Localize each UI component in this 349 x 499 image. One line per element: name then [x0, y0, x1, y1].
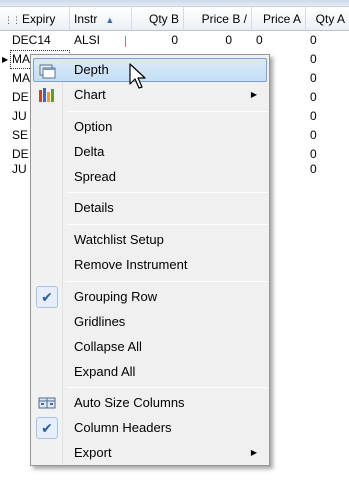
menu-item-remove-instrument[interactable]: Remove Instrument — [33, 253, 267, 277]
cell-qty-a: 0 — [310, 90, 317, 104]
menu-item-spread[interactable]: Spread — [33, 165, 267, 189]
menu-item-column-headers[interactable]: ✔ Column Headers — [33, 416, 267, 440]
cell-qty-a: 0 — [310, 52, 317, 66]
column-grip-icon: ⋮⋮ — [4, 15, 21, 25]
cell-qty-a: 0 — [310, 109, 317, 123]
column-header-price-b[interactable]: Price B / — [184, 7, 252, 31]
mouse-pointer-icon — [129, 63, 146, 89]
cell-price-b: 0 — [225, 33, 232, 47]
submenu-arrow-icon: ▶ — [250, 448, 257, 457]
cell-instr: ALSI — [74, 33, 101, 47]
sort-ascending-icon: ▲ — [105, 15, 115, 25]
menu-item-gridlines[interactable]: Gridlines — [33, 310, 267, 334]
menu-separator — [67, 111, 267, 112]
column-header-qty-b[interactable]: Qty B — [132, 7, 184, 31]
cell-qty-b: 0 — [171, 33, 178, 47]
menu-separator — [67, 387, 267, 388]
menu-item-auto-size-columns[interactable]: Auto Size Columns — [33, 391, 267, 415]
menu-item-details[interactable]: Details — [33, 196, 267, 220]
menu-item-delta[interactable]: Delta — [33, 140, 267, 164]
cell-qty-a: 0 — [310, 128, 317, 142]
cell-qty-a: 0 — [310, 71, 317, 85]
column-header-price-a[interactable]: Price A — [252, 7, 306, 31]
menu-item-option[interactable]: Option — [33, 115, 267, 139]
column-header-qty-a[interactable]: Qty A — [306, 7, 349, 31]
menu-item-export[interactable]: Export ▶ — [33, 441, 267, 465]
depth-icon — [39, 64, 56, 79]
submenu-arrow-icon: ▶ — [250, 90, 257, 99]
menu-item-expand-all[interactable]: Expand All — [33, 360, 267, 384]
cell-indicator-bar — [125, 36, 126, 47]
menu-item-grouping-row[interactable]: ✔ Grouping Row — [33, 285, 267, 309]
menu-item-chart[interactable]: Chart ▶ — [33, 83, 267, 107]
table-row[interactable]: DEC14 ALSI 0 0 0 0 — [0, 31, 349, 50]
checkmark-icon: ✔ — [36, 417, 58, 439]
menu-separator — [67, 224, 267, 225]
context-menu: Depth Chart ▶ Option Delta Spread Detail… — [30, 54, 270, 466]
autosize-icon — [38, 397, 56, 409]
menu-item-depth[interactable]: Depth — [33, 58, 267, 82]
current-row-icon: ▶ — [2, 55, 9, 64]
menu-separator — [67, 192, 267, 193]
column-header-instr[interactable]: Instr ▲ — [70, 7, 132, 31]
chart-icon — [39, 88, 54, 102]
checkmark-icon: ✔ — [36, 286, 58, 308]
grid-header: ⋮⋮ Expiry Instr ▲ Qty B Price B / Price A … — [0, 6, 349, 31]
menu-item-collapse-all[interactable]: Collapse All — [33, 335, 267, 359]
cell-price-a: 0 — [256, 33, 263, 47]
menu-separator — [67, 281, 267, 282]
menu-item-watchlist-setup[interactable]: Watchlist Setup — [33, 228, 267, 252]
cell-expiry: DEC14 — [12, 33, 51, 47]
column-header-expiry[interactable]: ⋮⋮ Expiry — [0, 7, 70, 31]
cell-qty-a: 0 — [310, 33, 317, 47]
